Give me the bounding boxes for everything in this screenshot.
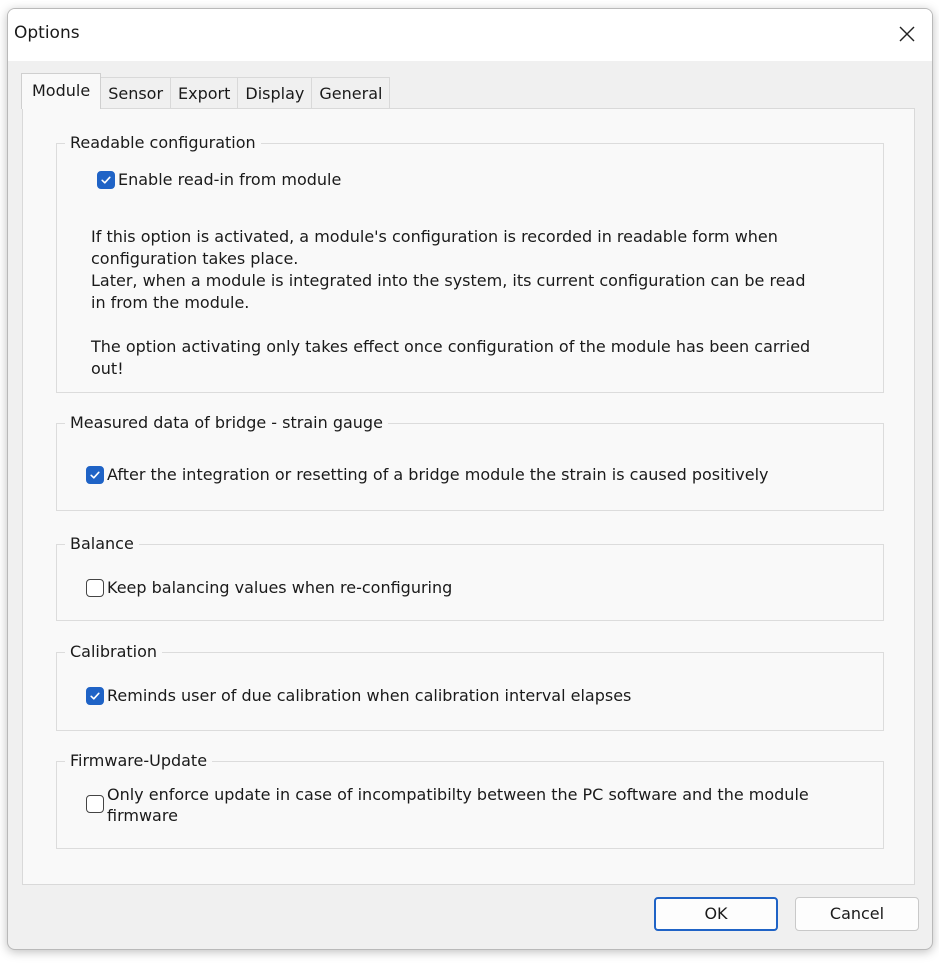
close-button[interactable]: [892, 19, 922, 49]
module-tab-panel: Readable configuration Enable read-in fr…: [22, 108, 915, 885]
readable-description: If this option is activated, a module's …: [91, 226, 810, 380]
tab-export[interactable]: Export: [170, 77, 239, 109]
group-legend: Calibration: [65, 641, 163, 663]
checkbox-label: Reminds user of due calibration when cal…: [107, 686, 632, 705]
group-legend: Readable configuration: [65, 132, 261, 154]
tab-display[interactable]: Display: [237, 77, 313, 109]
checkmark-icon: [101, 176, 111, 184]
enable-read-in-checkbox-row[interactable]: Enable read-in from module: [97, 169, 341, 190]
options-dialog: Options Module Sensor Export Display Gen…: [7, 8, 933, 950]
checkbox-label: Keep balancing values when re-configurin…: [107, 578, 453, 597]
tab-sensor[interactable]: Sensor: [100, 77, 172, 109]
description-line: in from the module.: [91, 293, 250, 312]
tab-strip: Module Sensor Export Display General: [21, 73, 391, 109]
calibration-reminder-checkbox[interactable]: [86, 687, 104, 705]
calibration-reminder-checkbox-row[interactable]: Reminds user of due calibration when cal…: [86, 685, 631, 706]
keep-balancing-checkbox[interactable]: [86, 579, 104, 597]
group-firmware-update: Firmware-Update Only enforce update in c…: [56, 750, 884, 849]
description-line: The option activating only takes effect …: [91, 337, 811, 356]
description-line: Later, when a module is integrated into …: [91, 271, 806, 290]
strain-positive-checkbox-row[interactable]: After the integration or resetting of a …: [86, 464, 768, 485]
group-legend: Measured data of bridge - strain gauge: [65, 412, 388, 434]
cancel-button[interactable]: Cancel: [795, 897, 919, 931]
checkmark-icon: [90, 471, 100, 479]
description-line: out!: [91, 359, 124, 378]
group-measured-data: Measured data of bridge - strain gauge A…: [56, 412, 884, 511]
enforce-update-checkbox-row[interactable]: Only enforce update in case of incompati…: [86, 784, 809, 826]
title-bar: Options: [8, 9, 932, 61]
checkbox-label-line: Only enforce update in case of incompati…: [107, 785, 809, 804]
enable-read-in-checkbox[interactable]: [97, 171, 115, 189]
tab-general[interactable]: General: [311, 77, 391, 109]
checkbox-label: Only enforce update in case of incompati…: [107, 784, 809, 826]
group-balance: Balance Keep balancing values when re-co…: [56, 533, 884, 621]
ok-button[interactable]: OK: [654, 897, 778, 931]
window-title: Options: [14, 23, 80, 43]
checkmark-icon: [90, 692, 100, 700]
close-icon: [899, 26, 915, 42]
keep-balancing-checkbox-row[interactable]: Keep balancing values when re-configurin…: [86, 577, 452, 598]
group-calibration: Calibration Reminds user of due calibrat…: [56, 641, 884, 731]
checkbox-label: After the integration or resetting of a …: [107, 465, 769, 484]
tab-module[interactable]: Module: [21, 73, 102, 109]
checkbox-label: Enable read-in from module: [118, 170, 342, 189]
description-line: If this option is activated, a module's …: [91, 227, 778, 246]
enforce-update-checkbox[interactable]: [86, 795, 104, 813]
group-legend: Firmware-Update: [65, 750, 213, 772]
description-line: configuration takes place.: [91, 249, 299, 268]
group-readable-configuration: Readable configuration Enable read-in fr…: [56, 132, 884, 393]
checkbox-label-line: firmware: [107, 806, 178, 825]
strain-positive-checkbox[interactable]: [86, 466, 104, 484]
group-legend: Balance: [65, 533, 139, 555]
